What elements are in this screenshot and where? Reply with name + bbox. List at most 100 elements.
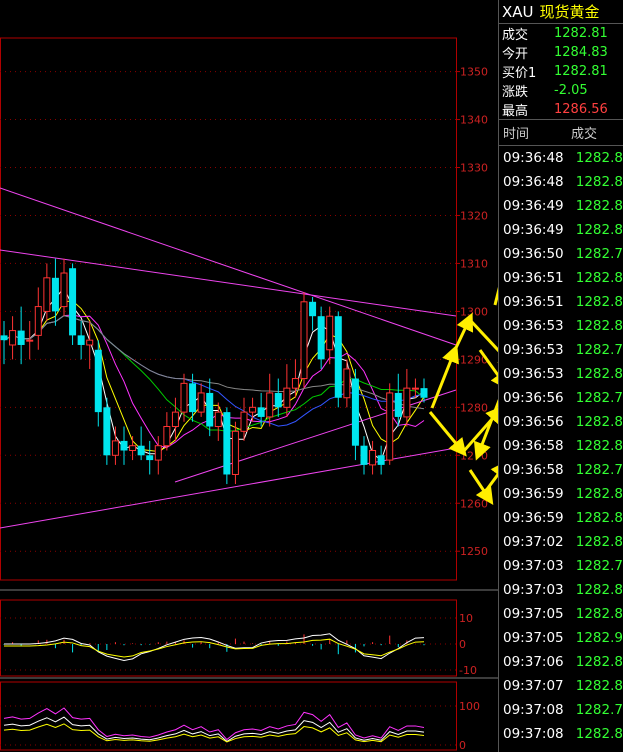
candle-body xyxy=(240,411,248,432)
tick-row[interactable]: 09:36:53 1282.8 xyxy=(499,362,623,386)
quote-value: 1282.81 xyxy=(554,64,608,79)
quote-summary: 成交 1282.81 今开 1284.83 买价1 1282.81 涨跌 -2.05 最高 128… xyxy=(499,24,623,120)
tick-row[interactable]: 09:37:06 1282.8 xyxy=(499,650,623,674)
candle-body xyxy=(171,411,179,428)
tick-row[interactable]: 09:36:50 1282.7 xyxy=(499,242,623,266)
price-tick-label: 1320 xyxy=(460,209,488,222)
candle-body xyxy=(266,392,274,418)
arrow-annotation xyxy=(478,349,498,390)
tick-time: 09:36:49 xyxy=(503,222,564,238)
tick-time: 09:37:05 xyxy=(503,630,564,646)
tick-row[interactable]: 09:37:02 1282.8 xyxy=(499,530,623,554)
candle-body xyxy=(309,301,317,317)
tick-time: 09:36:58 xyxy=(503,462,564,478)
candle-body xyxy=(231,430,239,475)
candle-body xyxy=(120,440,128,451)
tick-time: 09:36:56 xyxy=(503,390,564,406)
tick-row[interactable]: 09:36:53 1282.8 xyxy=(499,314,623,338)
price-tick-label: 1250 xyxy=(460,545,488,558)
ticks-header-price: 成交 xyxy=(571,127,598,142)
quote-value: -2.05 xyxy=(554,83,588,98)
quote-label: 涨跌 xyxy=(502,85,529,100)
trend-line xyxy=(0,249,457,317)
candle-body xyxy=(77,335,85,345)
ma-line-white xyxy=(3,286,425,461)
ma-line-green xyxy=(3,315,425,432)
macd-frame xyxy=(0,599,457,677)
tick-price: 1282.7 xyxy=(575,342,623,358)
arrow-annotation xyxy=(473,398,498,461)
kdj-panel xyxy=(3,707,425,743)
ticks-list[interactable]: 09:36:48 1282.8 09:36:48 1282.8 09:36:49 1282… xyxy=(499,146,623,746)
candle-body xyxy=(403,387,411,418)
candle-body xyxy=(257,407,265,417)
tick-row[interactable]: 09:36:59 1282.8 xyxy=(499,482,623,506)
candle-body xyxy=(394,392,402,417)
tick-time: 09:36:48 xyxy=(503,174,564,190)
candle-body xyxy=(274,392,282,408)
tick-row[interactable]: 09:36:58 1282.8 xyxy=(499,434,623,458)
candle-body xyxy=(111,440,119,456)
tick-row[interactable]: 09:36:53 1282.7 xyxy=(499,338,623,362)
tick-row[interactable]: 09:37:08 1282.8 xyxy=(499,722,623,746)
kline-chart[interactable]: 1350134013301320131013001290128012701260… xyxy=(0,0,498,752)
tick-row[interactable]: 09:36:58 1282.7 xyxy=(499,458,623,482)
candle-body xyxy=(420,388,428,398)
tick-time: 09:36:53 xyxy=(503,342,564,358)
tick-time: 09:36:50 xyxy=(503,246,564,262)
tick-time: 09:37:03 xyxy=(503,558,564,574)
tick-row[interactable]: 09:36:48 1282.8 xyxy=(499,146,623,170)
macd-tick-label: -10 xyxy=(459,664,477,677)
tick-time: 09:36:56 xyxy=(503,414,564,430)
tick-row[interactable]: 09:36:56 1282.7 xyxy=(499,386,623,410)
tick-price: 1282.7 xyxy=(575,390,623,406)
candle-body xyxy=(360,445,368,465)
macd-panel xyxy=(3,633,425,662)
candle-body xyxy=(51,277,59,312)
candle-body xyxy=(26,339,34,342)
tick-row[interactable]: 09:37:07 1282.8 xyxy=(499,674,623,698)
tick-time: 09:37:05 xyxy=(503,606,564,622)
candle-body xyxy=(189,383,197,413)
tick-row[interactable]: 09:36:49 1282.8 xyxy=(499,194,623,218)
price-tick-label: 1310 xyxy=(460,257,488,270)
tick-row[interactable]: 09:37:05 1282.9 xyxy=(499,626,623,650)
quote-label: 今开 xyxy=(502,47,529,62)
tick-row[interactable]: 09:36:49 1282.8 xyxy=(499,218,623,242)
kdj-frame xyxy=(0,681,457,751)
candle-body xyxy=(249,406,257,413)
arrow-annotation xyxy=(468,469,494,505)
candle-body xyxy=(317,316,325,360)
candle-body xyxy=(137,445,145,456)
tick-row[interactable]: 09:36:56 1282.8 xyxy=(499,410,623,434)
tick-row[interactable]: 09:37:05 1282.8 xyxy=(499,602,623,626)
tick-row[interactable]: 09:37:03 1282.8 xyxy=(499,578,623,602)
tick-row[interactable]: 09:36:48 1282.8 xyxy=(499,170,623,194)
tick-row[interactable]: 09:36:59 1282.8 xyxy=(499,506,623,530)
macd-tick-label: 0 xyxy=(459,638,466,651)
symbol-name: 现货黄金 xyxy=(539,3,600,21)
tick-price: 1282.8 xyxy=(575,198,623,214)
price-tick-label: 1280 xyxy=(460,401,488,414)
tick-row[interactable]: 09:37:03 1282.7 xyxy=(499,554,623,578)
arrow-annotation xyxy=(453,312,474,351)
tick-time: 09:36:59 xyxy=(503,510,564,526)
macd-line xyxy=(4,633,425,662)
tick-row[interactable]: 09:37:08 1282.7 xyxy=(499,698,623,722)
candle-body xyxy=(197,392,205,413)
quote-label: 买价1 xyxy=(502,66,537,81)
tick-row[interactable]: 09:36:51 1282.8 xyxy=(499,266,623,290)
tick-time: 09:36:59 xyxy=(503,486,564,502)
tick-row[interactable]: 09:36:51 1282.8 xyxy=(499,290,623,314)
tick-price: 1282.8 xyxy=(575,534,623,550)
tick-time: 09:36:49 xyxy=(503,198,564,214)
candle-body xyxy=(291,378,299,389)
candle-body xyxy=(17,330,25,345)
quote-value: 1286.56 xyxy=(554,102,608,117)
candle-body xyxy=(60,272,68,308)
tick-price: 1282.7 xyxy=(575,462,623,478)
candle-body xyxy=(9,330,17,346)
trend-line xyxy=(174,389,457,483)
candle-body xyxy=(369,449,377,466)
quote-header: XAU 现货黄金 xyxy=(499,0,623,24)
